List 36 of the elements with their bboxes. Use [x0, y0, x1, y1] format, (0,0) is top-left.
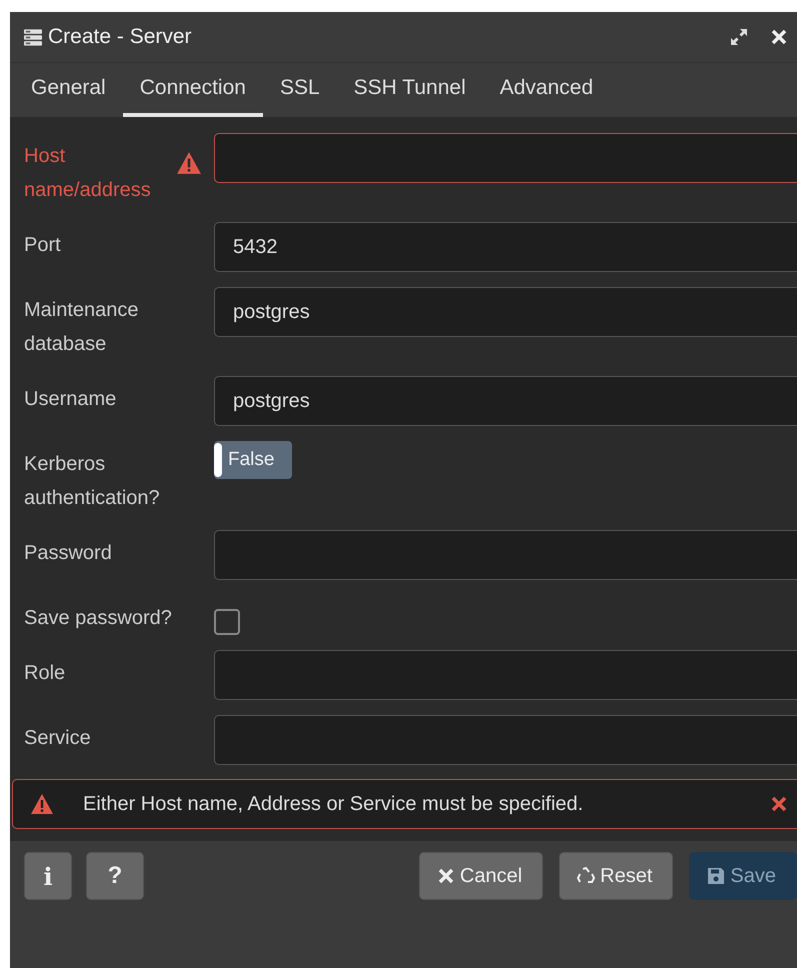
input-field[interactable] [214, 650, 797, 700]
tab[interactable]: SSH Tunnel [336, 63, 483, 117]
field-label: Host name/address [24, 144, 152, 203]
reset-button[interactable]: Reset [559, 852, 674, 900]
close-icon[interactable] [769, 794, 789, 814]
tab[interactable]: General [14, 63, 123, 117]
input-field[interactable] [214, 530, 797, 580]
field-label: Role [24, 661, 66, 686]
toggle-switch[interactable]: False [214, 441, 292, 479]
input-field[interactable] [214, 133, 797, 183]
window-title: Create - Server [48, 25, 192, 49]
input-field[interactable]: 5432 [214, 222, 797, 272]
tab[interactable]: SSL [262, 63, 337, 117]
warning-icon [29, 793, 55, 815]
input-field[interactable] [214, 715, 797, 765]
tab[interactable]: Advanced [482, 63, 610, 117]
recycle-icon [576, 866, 596, 886]
expand-icon[interactable] [729, 27, 749, 47]
field-label: Username [24, 387, 116, 412]
input-field[interactable]: postgres [214, 287, 797, 337]
field-label: Kerberos authentication? [24, 452, 161, 511]
cancel-button[interactable]: Cancel [418, 852, 544, 900]
input-field[interactable]: postgres [214, 376, 797, 426]
close-icon[interactable] [769, 27, 789, 47]
field-label: Password [24, 541, 112, 566]
field-label: Maintenance database [24, 298, 140, 357]
checkbox[interactable] [214, 609, 240, 635]
alert-message: Either Host name, Address or Service must be specified. [83, 792, 584, 816]
field-label: Save password? [24, 606, 172, 631]
help-button[interactable]: ? [86, 852, 144, 900]
warning-icon [176, 151, 202, 175]
tab[interactable]: Connection [122, 63, 263, 117]
info-button[interactable]: i [24, 852, 72, 900]
server-icon [24, 28, 42, 46]
field-label: Port [24, 233, 61, 258]
field-label: Service [24, 726, 91, 751]
